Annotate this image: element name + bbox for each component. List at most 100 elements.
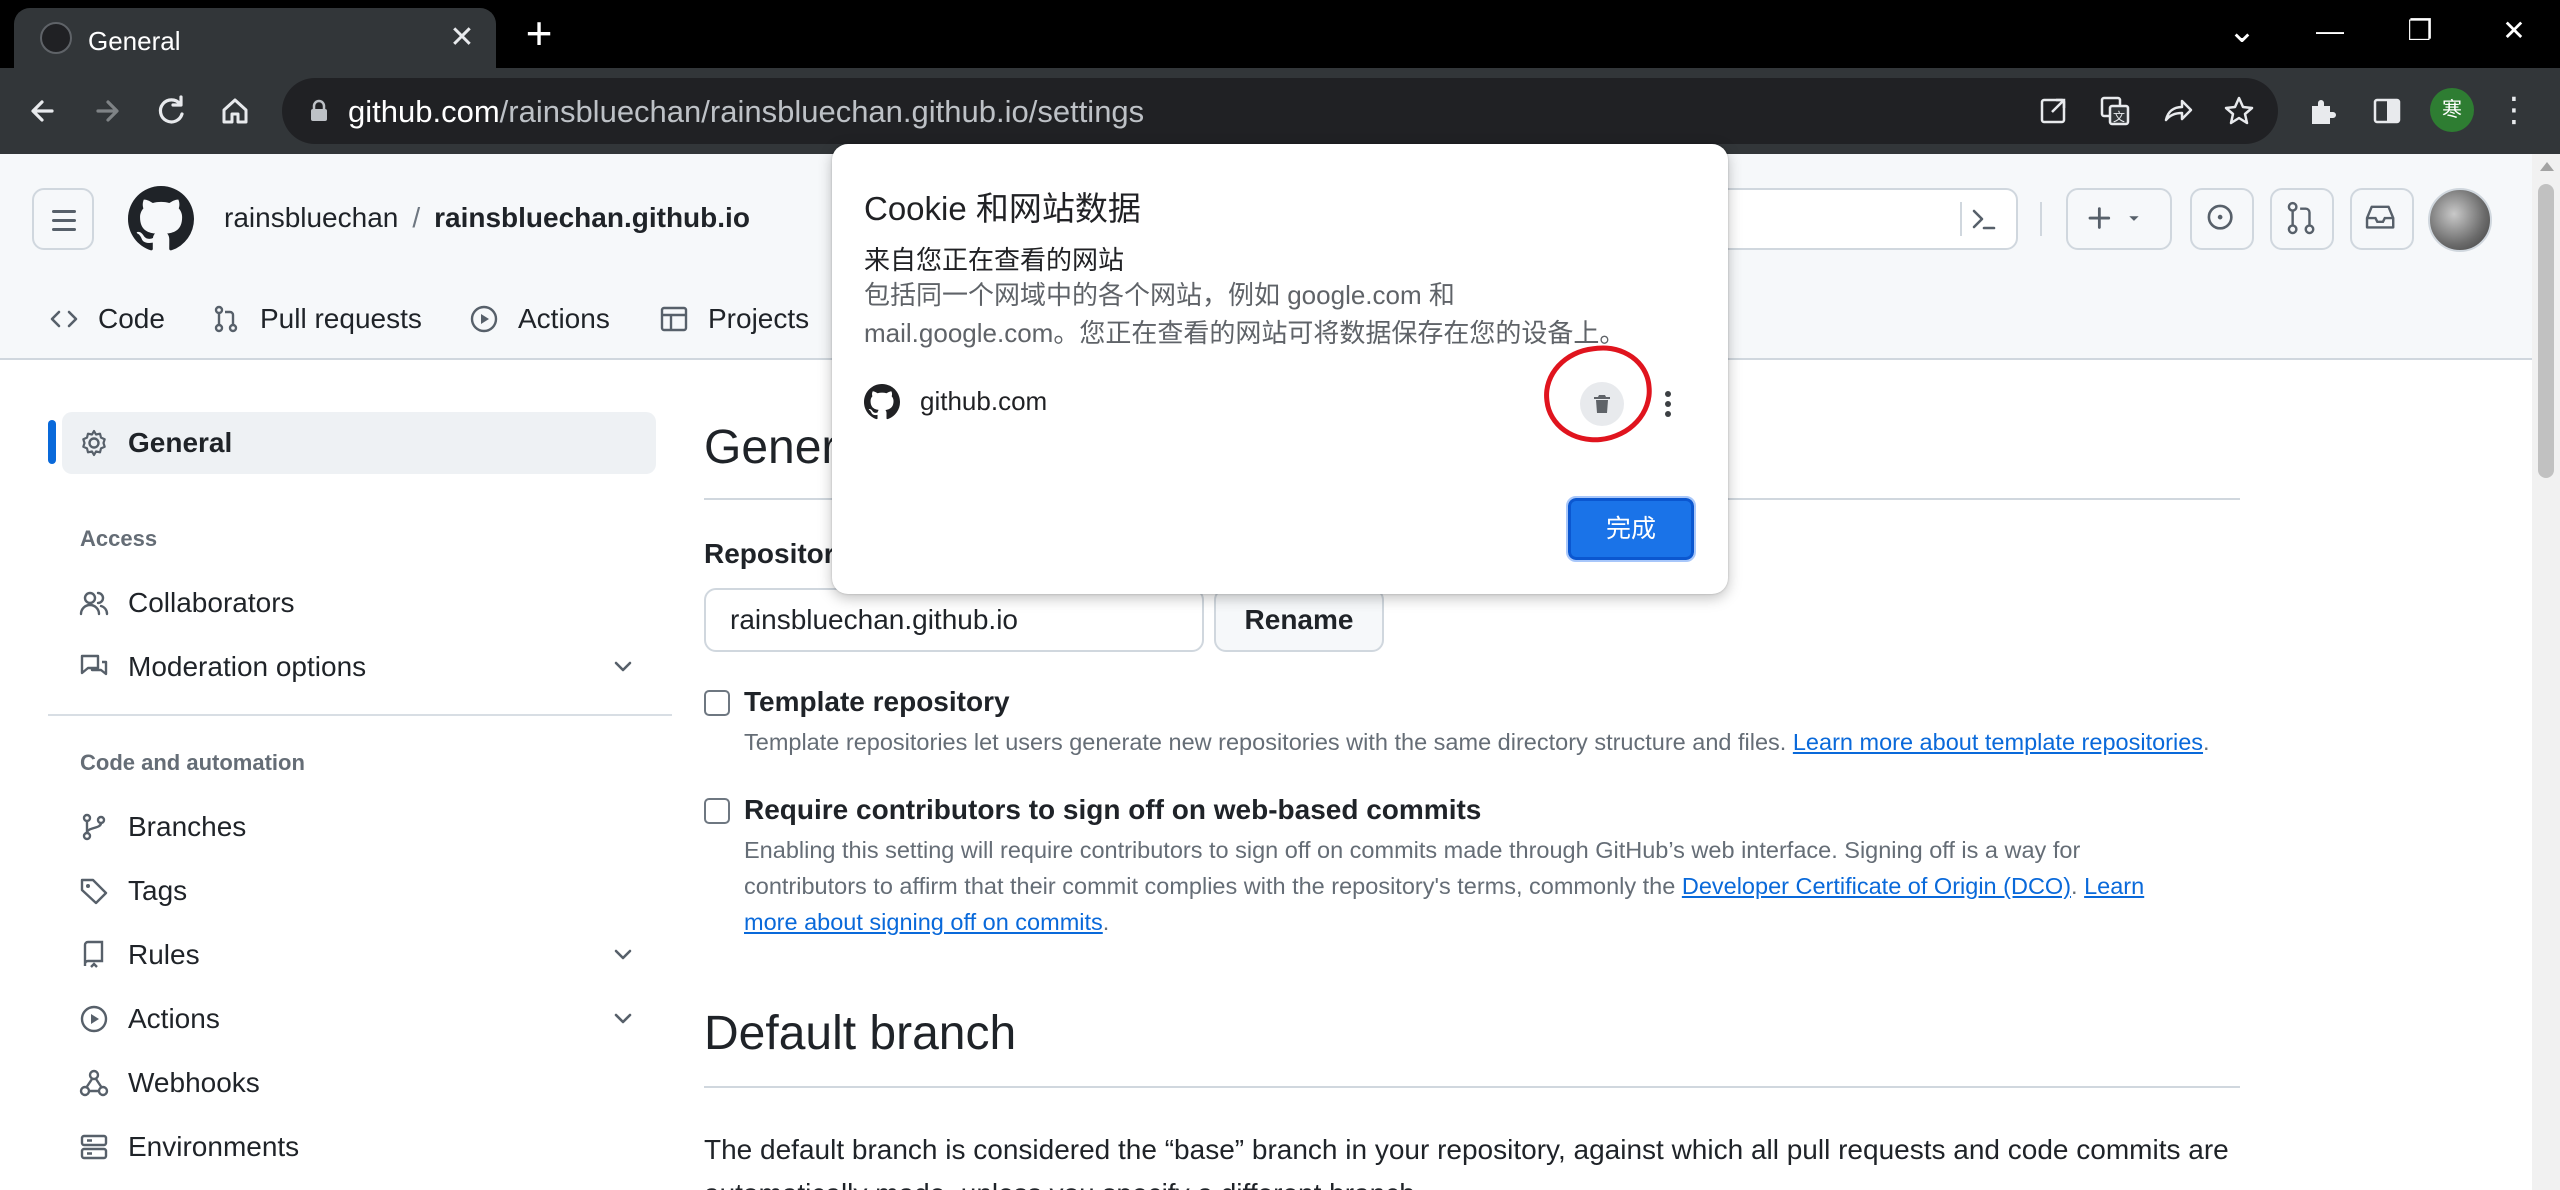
close-window-button[interactable]: ✕ [2484,8,2544,54]
create-new-button[interactable] [2066,188,2172,250]
user-avatar[interactable] [2428,188,2492,252]
tab-search-dropdown-icon[interactable]: ⌄ [2212,8,2272,54]
sidebar-item-label: Moderation options [128,651,367,682]
signoff-desc-line: more about signing off on commits. [744,904,2144,940]
signoff-desc-text: contributors to affirm that their commit… [744,873,1682,899]
arrow-right-icon [96,100,119,122]
github-logo-icon [864,384,900,420]
sidebar-item-label: Branches [128,811,247,842]
forward-button[interactable] [82,86,132,136]
svg-text:文: 文 [2113,109,2125,124]
sidebar-item-label: Actions [128,1003,220,1034]
sidebar-item-label: Collaborators [128,587,295,618]
sidebar-item-webhooks[interactable]: Webhooks [62,1052,656,1114]
sidebar-item-moderation[interactable]: Moderation options [62,636,656,698]
rename-button[interactable]: Rename [1214,588,1384,652]
tab-actions[interactable]: Actions [468,296,610,342]
page-scrollbar[interactable] [2532,154,2560,1190]
back-button[interactable] [18,86,68,136]
template-repository-checkbox[interactable] [704,690,730,716]
sidebar-item-branches[interactable]: Branches [62,796,656,858]
default-branch-desc-line: The default branch is considered the “ba… [704,1134,2229,1165]
url-text[interactable]: github.com/rainsbluechan/rainsbluechan.g… [348,94,1144,130]
new-tab-button[interactable]: + [516,10,562,58]
chevron-down-icon[interactable] [610,1006,636,1032]
arrow-left-icon [31,100,54,122]
bookmark-star-icon[interactable] [2220,92,2258,130]
browser-tab[interactable]: General ✕ [14,8,496,68]
site-row: github.com [832,340,1728,448]
profile-avatar[interactable]: 寒 [2430,88,2474,132]
pull-requests-button[interactable] [2270,188,2334,250]
tab-title: General [88,26,181,56]
signoff-title: Require contributors to sign off on web-… [744,794,1482,825]
comment-discussion-icon [80,654,108,676]
github-logo-icon[interactable] [128,186,194,252]
template-repository-description: Template repositories let users generate… [744,724,2210,760]
breadcrumb: rainsbluechan / rainsbluechan.github.io [224,202,750,234]
sidebar-item-collaborators[interactable]: Collaborators [62,572,656,634]
sidebar-item-label: Rules [128,939,200,970]
sidebar-divider [48,714,672,716]
sidebar-item-actions[interactable]: Actions [62,988,656,1050]
owner-link[interactable]: rainsbluechan [224,202,398,233]
sidebar-item-general[interactable]: General [62,412,656,474]
git-branch-icon [82,813,106,841]
global-nav-menu-button[interactable] [32,188,94,250]
git-pull-request-icon [2287,201,2315,235]
search-input[interactable] [1700,188,2018,250]
default-branch-divider [704,1086,2240,1088]
sidebar-item-tags[interactable]: Tags [62,860,656,922]
browser-toolbar: github.com/rainsbluechan/rainsbluechan.g… [0,68,2560,154]
trash-icon [1594,395,1610,413]
chevron-down-icon[interactable] [610,942,636,968]
url-path: /rainsbluechan/rainsbluechan.github.io/s… [499,94,1145,129]
settings-sidebar: General Access Collaborators Moderation … [0,362,690,1190]
scrollbar-thumb[interactable] [2538,184,2554,478]
sidebar-item-environments[interactable]: Environments [62,1116,656,1178]
signoff-checkbox[interactable] [704,798,730,824]
url-host: github.com [348,94,500,129]
repository-name-input[interactable]: rainsbluechan.github.io [704,588,1204,652]
delete-site-data-button[interactable] [1580,382,1624,426]
sidebar-item-rules[interactable]: Rules [62,924,656,986]
signoff-learn-more-link-cont[interactable]: more about signing off on commits [744,909,1103,935]
tab-pull-requests-label: Pull requests [260,303,422,334]
tab-close-icon[interactable]: ✕ [444,20,480,56]
reload-button[interactable] [146,86,196,136]
share-icon[interactable] [2158,92,2196,130]
sidebar-item-label: Environments [128,1131,300,1162]
breadcrumb-separator: / [412,202,421,233]
server-icon [80,1134,108,1160]
minimize-window-button[interactable]: — [2300,8,2360,54]
done-button[interactable]: 完成 [1566,496,1696,562]
chevron-down-icon[interactable] [610,654,636,680]
home-button[interactable] [210,86,260,136]
signoff-description: Enabling this setting will require contr… [744,832,2144,940]
dco-link[interactable]: Developer Certificate of Origin (DCO) [1682,873,2071,899]
template-learn-more-link[interactable]: Learn more about template repositories [1793,729,2203,755]
tab-actions-label: Actions [518,303,610,334]
open-in-app-icon[interactable] [2034,92,2072,130]
command-palette-button[interactable] [1960,202,2000,236]
lock-icon[interactable] [304,96,334,126]
scroll-up-arrow-icon[interactable] [2540,162,2554,171]
gear-icon [82,429,106,457]
browser-menu-icon[interactable]: ⋮ [2494,90,2534,130]
tab-pull-requests[interactable]: Pull requests [210,296,422,342]
restore-window-button[interactable]: ❐ [2390,8,2450,54]
tag-icon [80,878,108,905]
template-desc-text: Template repositories let users generate… [744,729,1793,755]
address-bar[interactable]: github.com/rainsbluechan/rainsbluechan.g… [282,78,2278,144]
extensions-puzzle-icon[interactable] [2304,92,2342,130]
tab-code[interactable]: Code [48,296,165,342]
more-options-icon[interactable] [1654,382,1682,426]
inbox-button[interactable] [2350,188,2414,250]
sidebar-item-label: Tags [128,875,188,906]
issues-button[interactable] [2190,188,2254,250]
signoff-learn-more-link[interactable]: Learn [2084,873,2144,899]
tab-projects[interactable]: Projects [658,296,809,342]
repo-link[interactable]: rainsbluechan.github.io [434,202,750,233]
translate-icon[interactable]: 文 [2096,92,2134,130]
side-panel-icon[interactable] [2368,92,2406,130]
